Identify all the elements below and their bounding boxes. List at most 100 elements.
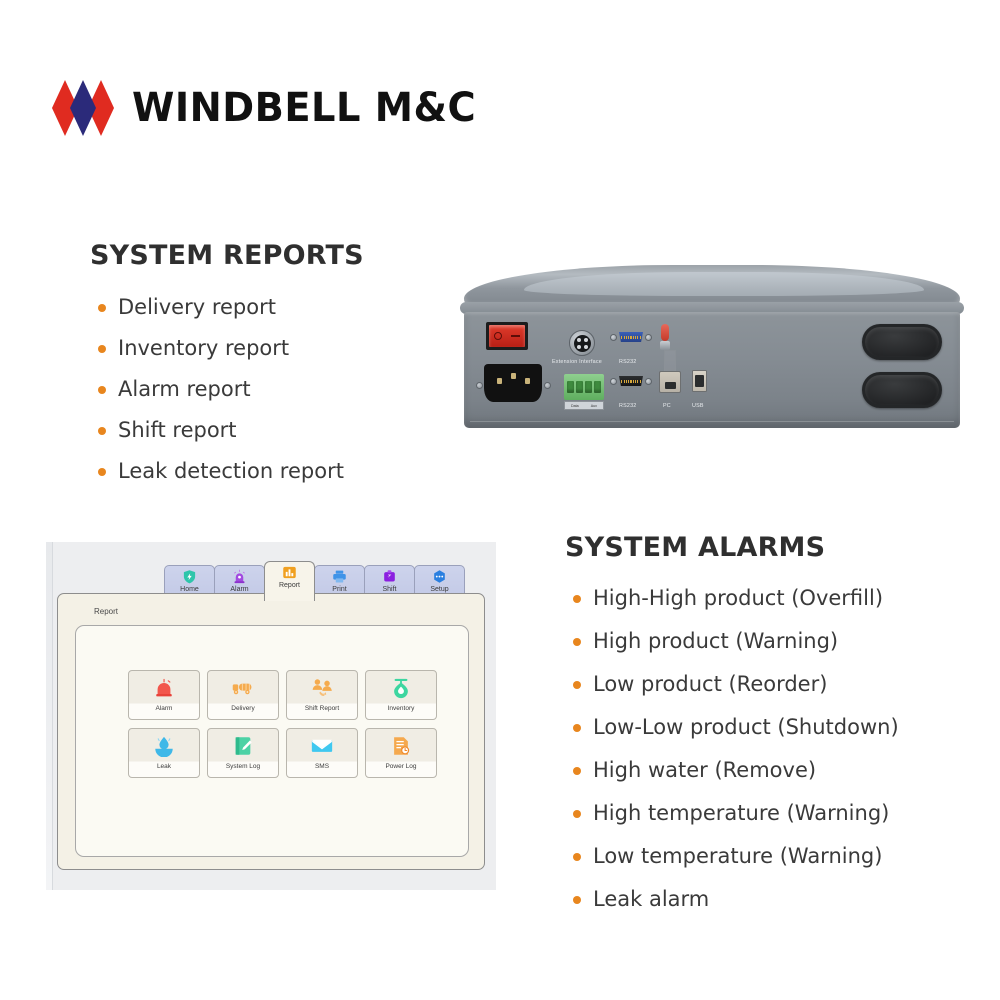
list-item: Inventory report bbox=[90, 328, 490, 369]
system-alarms-list: High-High product (Overfill) High produc… bbox=[565, 577, 985, 921]
alarm-siren-icon bbox=[156, 678, 172, 697]
tab-label: Report bbox=[278, 582, 300, 589]
list-item: Leak alarm bbox=[565, 878, 985, 921]
tab-label: Setup bbox=[430, 586, 449, 593]
list-item: High product (Warning) bbox=[565, 620, 985, 663]
list-item-label: High temperature (Warning) bbox=[593, 801, 890, 825]
tab-label: Print bbox=[332, 586, 347, 593]
list-item-label: Low temperature (Warning) bbox=[593, 844, 883, 868]
pc-ethernet-port-icon bbox=[659, 371, 681, 393]
rj45-shield-icon bbox=[664, 350, 676, 373]
report-button-label: Alarm bbox=[155, 705, 173, 712]
system-alarms-section: SYSTEM ALARMS High-High product (Overfil… bbox=[565, 532, 985, 921]
hmi-screenshot: Home Alarm Report Print Shift Setup Repo… bbox=[46, 542, 496, 890]
report-button-system-log[interactable]: System Log bbox=[207, 728, 279, 778]
list-item: Alarm report bbox=[90, 369, 490, 410]
screw-icon bbox=[544, 382, 551, 389]
tab-label: Alarm bbox=[230, 586, 249, 593]
bullet-dot-icon bbox=[573, 680, 581, 689]
notebook-pen-icon bbox=[235, 737, 252, 755]
bullet-dot-icon bbox=[573, 723, 581, 732]
list-item: Low temperature (Warning) bbox=[565, 835, 985, 878]
bullet-dot-icon bbox=[573, 895, 581, 904]
rs232-bottom-label: RS232 bbox=[619, 403, 637, 409]
power-inlet-icon bbox=[484, 364, 542, 402]
report-button-label: Shift Report bbox=[304, 705, 340, 712]
device-rear-body: Extension Interface Data Aux RS232 RS232… bbox=[464, 312, 960, 428]
report-button-leak[interactable]: Leak bbox=[128, 728, 200, 778]
tank-gauge-icon bbox=[394, 678, 408, 699]
tab-report[interactable]: Report bbox=[264, 561, 315, 601]
list-item-label: Leak detection report bbox=[118, 459, 344, 483]
terminal-block-label: Data Aux bbox=[564, 401, 604, 410]
list-item: Low-Low product (Shutdown) bbox=[565, 706, 985, 749]
bar-chart-icon bbox=[283, 566, 296, 579]
list-item: High-High product (Overfill) bbox=[565, 577, 985, 620]
power-switch-icon bbox=[486, 322, 528, 350]
hmi-inner-panel: Alarm Delivery Shift Report Inventory Le… bbox=[75, 625, 469, 857]
list-item: Low product (Reorder) bbox=[565, 663, 985, 706]
rs232-top-label: RS232 bbox=[619, 359, 637, 365]
list-item: High water (Remove) bbox=[565, 749, 985, 792]
system-alarms-title: SYSTEM ALARMS bbox=[565, 532, 826, 563]
screw-icon bbox=[476, 382, 483, 389]
system-reports-title: SYSTEM REPORTS bbox=[90, 240, 364, 271]
pc-port-label: PC bbox=[663, 403, 671, 409]
system-reports-list: Delivery report Inventory report Alarm r… bbox=[90, 287, 490, 492]
report-button-label: Power Log bbox=[385, 763, 417, 770]
terminal-label-right: Aux bbox=[590, 403, 597, 408]
report-button-delivery[interactable]: Delivery bbox=[207, 670, 279, 720]
report-button-sms[interactable]: SMS bbox=[286, 728, 358, 778]
bullet-dot-icon bbox=[573, 852, 581, 861]
tab-label: Shift bbox=[382, 586, 397, 593]
extension-interface-label: Extension Interface bbox=[552, 359, 602, 365]
report-button-label: Delivery bbox=[231, 705, 255, 712]
rs232-port-blue-icon bbox=[610, 330, 652, 344]
antenna-connector-icon bbox=[660, 324, 670, 352]
device-lid bbox=[464, 265, 960, 307]
terminal-label-left: Data bbox=[571, 403, 579, 408]
settings-dots-icon bbox=[434, 570, 445, 583]
tab-label: Home bbox=[180, 586, 199, 593]
console-rear-panel-photo: Extension Interface Data Aux RS232 RS232… bbox=[452, 265, 972, 435]
bullet-dot-icon bbox=[98, 344, 106, 353]
bullet-dot-icon bbox=[98, 303, 106, 312]
bullet-dot-icon bbox=[573, 637, 581, 646]
device-lid-highlight bbox=[524, 272, 924, 296]
list-item: Leak detection report bbox=[90, 451, 490, 492]
bullet-dot-icon bbox=[98, 385, 106, 394]
list-item-label: Low product (Reorder) bbox=[593, 672, 828, 696]
list-item-label: High product (Warning) bbox=[593, 629, 839, 653]
report-button-power-log[interactable]: Power Log bbox=[365, 728, 437, 778]
terminal-block-icon bbox=[564, 374, 604, 400]
poster-root: WINDBELL M&C SYSTEM REPORTS Delivery rep… bbox=[0, 0, 1000, 1000]
report-button-shift-report[interactable]: Shift Report bbox=[286, 670, 358, 720]
list-item-label: High water (Remove) bbox=[593, 758, 817, 782]
extension-interface-port-icon bbox=[569, 330, 595, 356]
brand-name: WINDBELL M&C bbox=[132, 85, 477, 131]
report-button-label: Leak bbox=[156, 763, 172, 770]
vent-grille-icon bbox=[862, 324, 942, 360]
bullet-dot-icon bbox=[573, 809, 581, 818]
usb-port-icon bbox=[692, 370, 707, 392]
list-item-label: Shift report bbox=[118, 418, 237, 442]
breadcrumb: Report bbox=[94, 607, 119, 616]
list-item-label: High-High product (Overfill) bbox=[593, 586, 884, 610]
report-button-alarm[interactable]: Alarm bbox=[128, 670, 200, 720]
document-clock-icon bbox=[394, 737, 410, 755]
bullet-dot-icon bbox=[573, 766, 581, 775]
list-item-label: Inventory report bbox=[118, 336, 290, 360]
report-button-inventory[interactable]: Inventory bbox=[365, 670, 437, 720]
report-button-label: Inventory bbox=[387, 705, 415, 712]
bullet-dot-icon bbox=[98, 426, 106, 435]
envelope-icon bbox=[311, 739, 333, 752]
list-item: Delivery report bbox=[90, 287, 490, 328]
list-item-label: Delivery report bbox=[118, 295, 276, 319]
bullet-dot-icon bbox=[573, 594, 581, 603]
siren-icon bbox=[234, 569, 245, 584]
rs232-port-black-icon bbox=[610, 374, 652, 388]
brand-logo: WINDBELL M&C bbox=[52, 80, 490, 136]
people-shift-icon bbox=[312, 679, 332, 697]
vent-grille-icon bbox=[862, 372, 942, 408]
shield-bolt-icon bbox=[183, 570, 196, 584]
